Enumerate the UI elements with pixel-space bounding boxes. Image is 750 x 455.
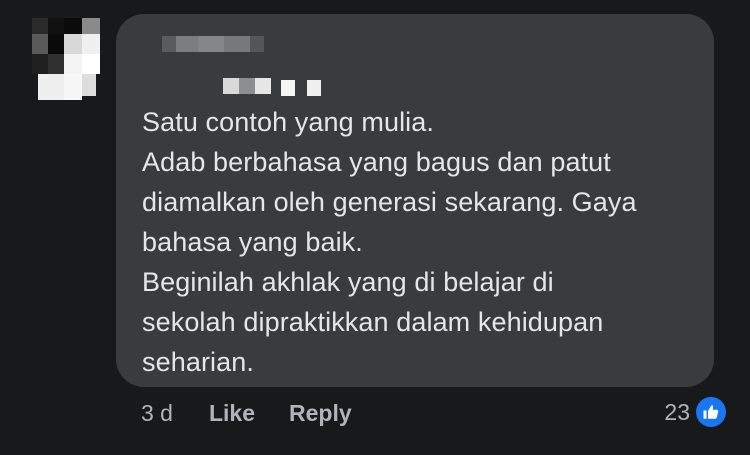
comment-timestamp[interactable]: 3 d <box>141 400 173 427</box>
author-badge-censored <box>223 78 321 96</box>
comment-line: seharian. <box>142 347 254 377</box>
comment-line: Beginilah akhlak yang di belajar di <box>142 267 554 297</box>
reaction-summary[interactable]: 23 <box>664 396 726 428</box>
like-thumb-icon <box>696 397 726 427</box>
comment-actions: 3 d Like Reply <box>141 397 386 429</box>
comment-line: Satu contoh yang mulia. <box>142 107 434 137</box>
like-button[interactable]: Like <box>209 400 255 427</box>
comment-text: Satu contoh yang mulia. Adab berbahasa y… <box>142 102 702 382</box>
reply-button[interactable]: Reply <box>289 400 352 427</box>
reaction-count: 23 <box>664 398 690 425</box>
comment-screen: Satu contoh yang mulia. Adab berbahasa y… <box>0 0 750 455</box>
comment-line: diamalkan oleh generasi sekarang. Gaya <box>142 187 637 217</box>
comment-bubble: Satu contoh yang mulia. Adab berbahasa y… <box>116 14 714 387</box>
comment-line: bahasa yang baik. <box>142 227 363 257</box>
author-name-censored[interactable] <box>162 36 264 52</box>
comment-line: Adab berbahasa yang bagus dan patut <box>142 147 611 177</box>
avatar[interactable] <box>32 18 106 102</box>
comment-line: sekolah dipraktikkan dalam kehidupan <box>142 307 604 337</box>
